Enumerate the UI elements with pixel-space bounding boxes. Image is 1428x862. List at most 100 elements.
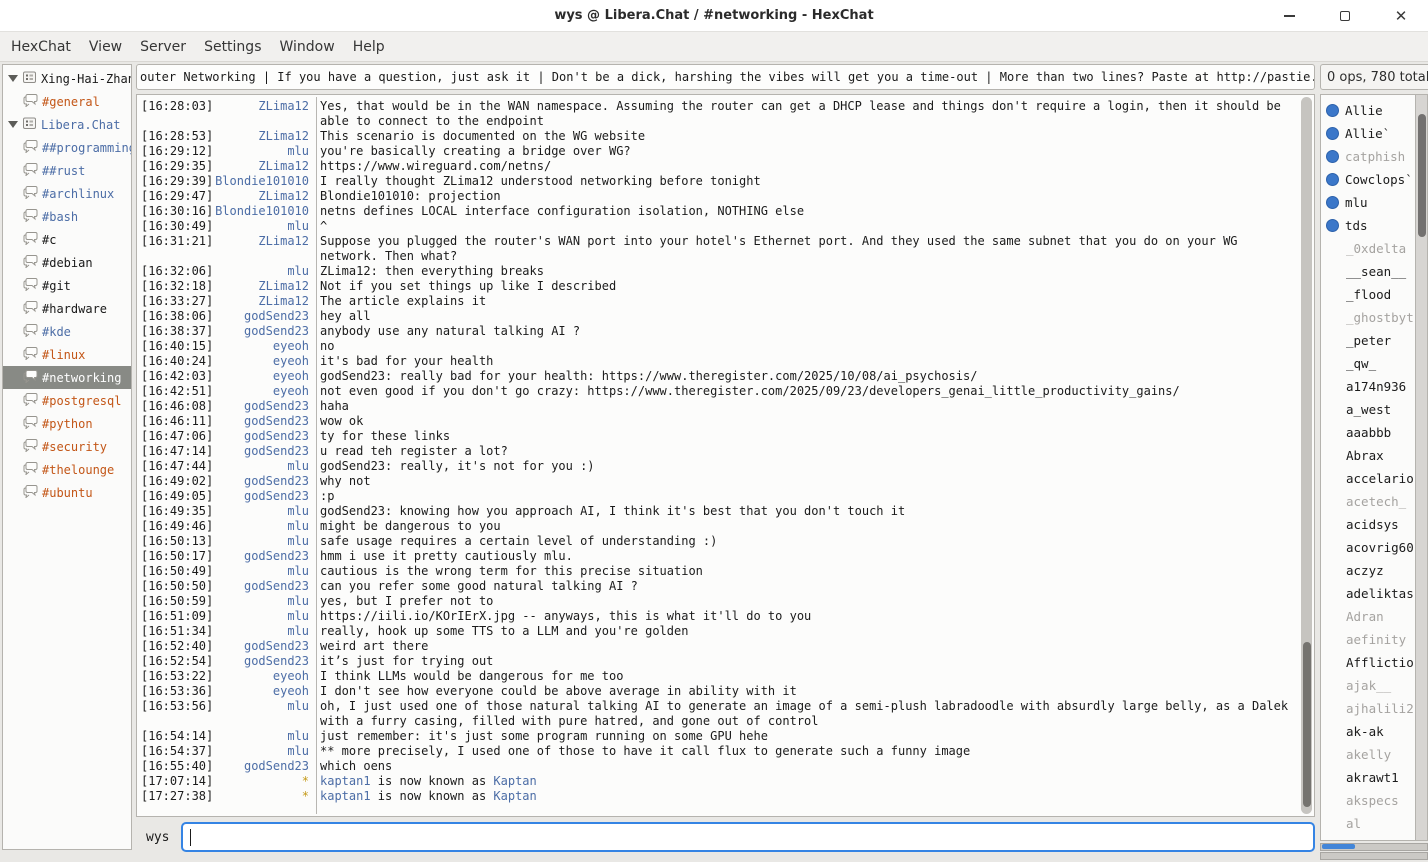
tree-server-xinghaizhan[interactable]: Xing-Hai-Zhan [3, 67, 131, 90]
user-list-item[interactable]: _qw_ [1321, 352, 1415, 375]
message-nick[interactable]: eyeoh [214, 354, 309, 369]
userlist-scrollbar[interactable] [1416, 94, 1428, 841]
tree-channel-python[interactable]: #python [3, 412, 131, 435]
user-list-item[interactable]: Afflictio [1321, 651, 1415, 674]
message-nick[interactable]: Blondie101010 [214, 204, 309, 219]
tree-channel-git[interactable]: #git [3, 274, 131, 297]
message-nick[interactable]: ZLima12 [214, 294, 309, 309]
message-nick[interactable]: godSend23 [214, 579, 309, 594]
nick-reference[interactable]: kaptan1 [320, 774, 371, 788]
chat-scrollbar-thumb[interactable] [1303, 642, 1311, 807]
user-list-item[interactable]: tds [1321, 214, 1415, 237]
user-list-item[interactable]: acetech_ [1321, 490, 1415, 513]
message-nick[interactable]: godSend23 [214, 309, 309, 324]
menu-item-server[interactable]: Server [131, 35, 195, 59]
message-nick[interactable]: godSend23 [214, 414, 309, 429]
user-list-item[interactable]: adeliktas [1321, 582, 1415, 605]
maximize-button[interactable] [1332, 3, 1358, 29]
message-nick[interactable]: eyeoh [214, 339, 309, 354]
message-nick[interactable]: ZLima12 [214, 234, 309, 264]
close-button[interactable]: ✕ [1388, 3, 1414, 29]
message-nick[interactable]: eyeoh [214, 669, 309, 684]
user-list-item[interactable]: acovrig60 [1321, 536, 1415, 559]
chat-scrollbar[interactable] [1301, 97, 1312, 814]
user-list-item[interactable]: ak-ak [1321, 720, 1415, 743]
message-nick[interactable]: mlu [214, 504, 309, 519]
tree-channel-c[interactable]: #c [3, 228, 131, 251]
user-list-item[interactable]: aczyz [1321, 559, 1415, 582]
menu-item-view[interactable]: View [80, 35, 131, 59]
user-list-item[interactable]: _peter [1321, 329, 1415, 352]
message-nick[interactable]: eyeoh [214, 369, 309, 384]
expander-icon[interactable] [8, 75, 18, 82]
message-nick[interactable]: mlu [214, 564, 309, 579]
user-list-item[interactable]: aefinity [1321, 628, 1415, 651]
message-nick[interactable]: eyeoh [214, 384, 309, 399]
tree-channel-bash[interactable]: #bash [3, 205, 131, 228]
message-nick[interactable]: godSend23 [214, 444, 309, 459]
tree-channel-kde[interactable]: #kde [3, 320, 131, 343]
tree-channel-linux[interactable]: #linux [3, 343, 131, 366]
tree-channel-postgresql[interactable]: #postgresql [3, 389, 131, 412]
message-input[interactable] [181, 822, 1315, 852]
message-nick[interactable]: mlu [214, 729, 309, 744]
message-nick[interactable]: mlu [214, 144, 309, 159]
message-nick[interactable]: mlu [214, 534, 309, 549]
message-nick[interactable]: godSend23 [214, 489, 309, 504]
user-list-item[interactable]: __sean__ [1321, 260, 1415, 283]
user-list-item[interactable]: _ghostbyt [1321, 306, 1415, 329]
user-list-item[interactable]: aaabbb [1321, 421, 1415, 444]
message-nick[interactable]: mlu [214, 699, 309, 729]
user-list-item[interactable]: accelario [1321, 467, 1415, 490]
user-list-item[interactable]: akrawt1 [1321, 766, 1415, 789]
topic-bar[interactable]: outer Networking | If you have a questio… [136, 64, 1315, 90]
message-nick[interactable]: ZLima12 [214, 99, 309, 129]
tree-server-liberachat[interactable]: Libera.Chat [3, 113, 131, 136]
event-star[interactable]: * [214, 789, 309, 804]
nick-reference[interactable]: kaptan1 [320, 789, 371, 803]
menu-item-settings[interactable]: Settings [195, 35, 270, 59]
menu-item-hexchat[interactable]: HexChat [2, 35, 80, 59]
user-list-item[interactable]: Abrax [1321, 444, 1415, 467]
userlist-scrollbar-thumb[interactable] [1418, 114, 1426, 237]
tree-channel-ubuntu[interactable]: #ubuntu [3, 481, 131, 504]
user-list-item[interactable]: akelly [1321, 743, 1415, 766]
user-list-item[interactable]: Cowclops` [1321, 168, 1415, 191]
message-nick[interactable]: godSend23 [214, 549, 309, 564]
tree-channel-thelounge[interactable]: #thelounge [3, 458, 131, 481]
message-nick[interactable]: godSend23 [214, 654, 309, 669]
message-nick[interactable]: mlu [214, 624, 309, 639]
user-list-item[interactable]: catphish [1321, 145, 1415, 168]
message-nick[interactable]: Blondie101010 [214, 174, 309, 189]
message-nick[interactable]: godSend23 [214, 474, 309, 489]
user-list-item[interactable]: _0xdelta [1321, 237, 1415, 260]
user-list-item[interactable]: al [1321, 812, 1415, 835]
message-nick[interactable]: mlu [214, 519, 309, 534]
message-nick[interactable]: godSend23 [214, 399, 309, 414]
message-nick[interactable]: godSend23 [214, 759, 309, 774]
tree-channel-general[interactable]: #general [3, 90, 131, 113]
expander-icon[interactable] [8, 121, 18, 128]
message-nick[interactable]: godSend23 [214, 429, 309, 444]
menu-item-help[interactable]: Help [344, 35, 394, 59]
user-list-item[interactable]: mlu [1321, 191, 1415, 214]
nick-reference[interactable]: Kaptan [493, 774, 536, 788]
user-list-item[interactable]: _flood [1321, 283, 1415, 306]
user-list-item[interactable]: acidsys [1321, 513, 1415, 536]
message-nick[interactable]: eyeoh [214, 684, 309, 699]
message-nick[interactable]: mlu [214, 594, 309, 609]
user-list-item[interactable]: ajak__ [1321, 674, 1415, 697]
user-list-item[interactable]: a174n936 [1321, 375, 1415, 398]
message-nick[interactable]: mlu [214, 459, 309, 474]
user-list-item[interactable]: ajhalili2 [1321, 697, 1415, 720]
nick-reference[interactable]: Kaptan [493, 789, 536, 803]
tree-channel-debian[interactable]: #debian [3, 251, 131, 274]
message-nick[interactable]: godSend23 [214, 324, 309, 339]
tree-channel-security[interactable]: #security [3, 435, 131, 458]
message-nick[interactable]: ZLima12 [214, 279, 309, 294]
user-list-item[interactable]: Adran [1321, 605, 1415, 628]
user-list-item[interactable]: a_west [1321, 398, 1415, 421]
message-nick[interactable]: godSend23 [214, 639, 309, 654]
message-nick[interactable]: mlu [214, 264, 309, 279]
message-nick[interactable]: mlu [214, 744, 309, 759]
